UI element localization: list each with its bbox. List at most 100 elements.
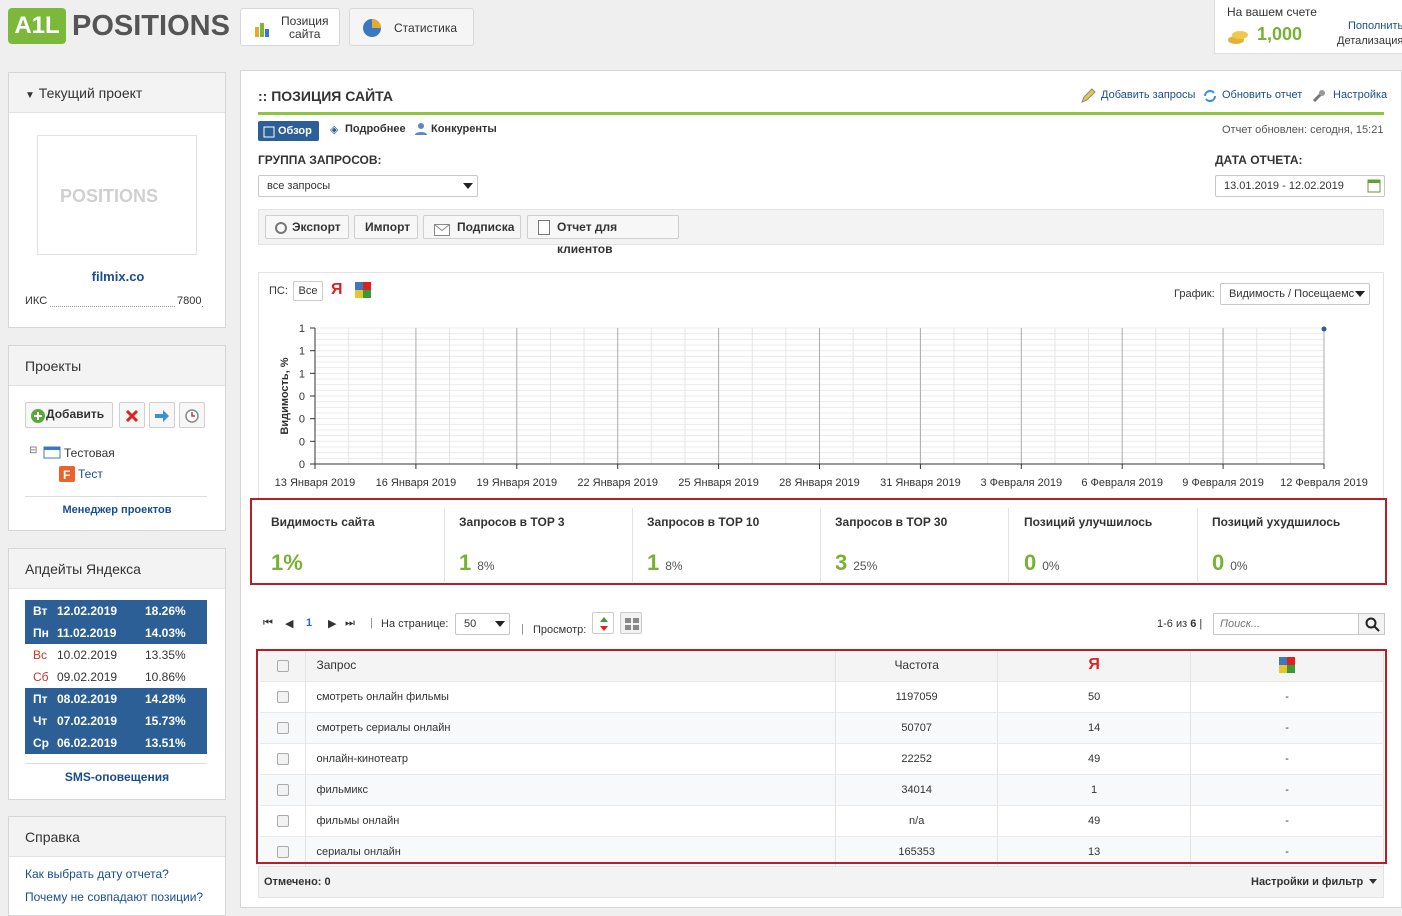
y-tick-label: 1: [299, 323, 305, 335]
graph-label: График:: [1174, 288, 1215, 300]
google-filter-icon[interactable]: [355, 282, 371, 301]
help-link-date[interactable]: Как выбрать дату отчета?: [25, 867, 169, 881]
y-tick-label: 0: [299, 391, 305, 403]
update-day: Ср: [33, 736, 49, 750]
stat-percent: 8%: [665, 559, 683, 573]
projects-panel: Проекты Добавить ⊟ Тестовая F Тест Менед…: [8, 345, 226, 531]
report-updated: Отчет обновлен: сегодня, 15:21: [1222, 124, 1384, 136]
ps-all-button[interactable]: Все: [293, 281, 323, 301]
yandex-update-row: Пн 11.02.2019 14.03%: [25, 622, 207, 644]
export-label: Экспорт: [292, 220, 341, 234]
project-site-link[interactable]: filmix.co: [9, 269, 227, 284]
next-page-icon[interactable]: ▶: [328, 617, 336, 630]
divider: [25, 763, 207, 764]
settings-link[interactable]: Настройка: [1333, 89, 1387, 101]
x-tick-label: 25 Января 2019: [678, 477, 759, 489]
update-date: 11.02.2019: [57, 626, 117, 640]
calendar-icon[interactable]: [1367, 179, 1381, 200]
delete-icon: [125, 408, 139, 430]
project-f-icon: F: [59, 466, 75, 485]
graph-select-value: Видимость / Посещаемс: [1229, 288, 1355, 300]
pie-chart-icon: [362, 18, 382, 41]
yandex-filter-icon[interactable]: Я: [331, 281, 343, 299]
update-day: Пт: [33, 692, 48, 706]
add-project-button[interactable]: Добавить: [25, 402, 113, 428]
stat-value: 3: [835, 550, 848, 575]
x-tick-label: 12 Февраля 2019: [1280, 477, 1368, 489]
search-button[interactable]: [1358, 613, 1385, 635]
update-pct: 18.26%: [145, 604, 186, 618]
refresh-report-link[interactable]: Обновить отчет: [1222, 89, 1302, 101]
import-button[interactable]: Импорт: [354, 215, 418, 239]
sms-notifications-link[interactable]: SMS-оповещения: [9, 770, 225, 784]
view-sort-button[interactable]: [592, 612, 614, 634]
yandex-update-row: Вс 10.02.2019 13.35%: [25, 644, 207, 666]
settings-filter-link[interactable]: Настройки и фильтр: [1251, 876, 1363, 888]
update-date: 06.02.2019: [57, 736, 118, 750]
stat-value: 0: [1024, 550, 1037, 575]
subscribe-button[interactable]: Подписка: [423, 215, 521, 239]
x-tick-label: 22 Января 2019: [577, 477, 658, 489]
per-page-label: На странице:: [381, 618, 449, 630]
last-page-icon[interactable]: ⏭: [345, 617, 355, 630]
current-project-header[interactable]: ▼ Текущий проект: [9, 73, 225, 113]
subscribe-label: Подписка: [457, 220, 515, 234]
clock-icon: [185, 408, 199, 430]
delete-project-button[interactable]: [119, 402, 145, 428]
project-manager-link[interactable]: Менеджер проектов: [9, 504, 225, 516]
graph-select[interactable]: Видимость / Посещаемс: [1220, 283, 1370, 305]
stat-percent: 25%: [853, 559, 878, 573]
stat-card: Запросов в TOP 10 1 8%: [635, 508, 821, 582]
account-panel: На вашем счете 1,000 Пополнить Детализац…: [1214, 0, 1402, 54]
report-date-input[interactable]: 13.01.2019 - 12.02.2019: [1215, 175, 1385, 197]
tree-expander[interactable]: ⊟: [29, 445, 37, 456]
topup-link[interactable]: Пополнить: [1348, 20, 1402, 32]
yandex-update-row: Вт 12.02.2019 18.26%: [25, 600, 207, 622]
subtab-details[interactable]: Подробнее: [345, 123, 406, 135]
update-pct: 14.28%: [145, 692, 186, 706]
current-page[interactable]: 1: [306, 617, 312, 629]
project-thumbnail: POSITIONS: [37, 135, 197, 255]
project-folder-name[interactable]: Тестовая: [64, 446, 115, 460]
coins-icon: [1227, 26, 1249, 49]
iks-value: 7800: [175, 295, 202, 307]
schedule-project-button[interactable]: [179, 402, 205, 428]
view-label: Просмотр:: [533, 624, 587, 636]
move-project-button[interactable]: [149, 402, 175, 428]
add-queries-link[interactable]: Добавить запросы: [1101, 89, 1195, 101]
app-logo[interactable]: A1L POSITIONS: [8, 6, 230, 46]
first-page-icon[interactable]: ⏮: [263, 617, 273, 630]
tab-site-position[interactable]: Позиция сайта: [240, 8, 340, 46]
chevron-down-icon: [495, 621, 505, 627]
update-pct: 15.73%: [145, 714, 186, 728]
svg-text:F: F: [63, 468, 70, 482]
update-date: 07.02.2019: [57, 714, 118, 728]
yandex-update-row: Сб 09.02.2019 10.86%: [25, 666, 207, 688]
logo-text: POSITIONS: [72, 10, 230, 42]
x-tick-label: 6 Февраля 2019: [1081, 477, 1163, 489]
query-group-select[interactable]: все запросы: [258, 175, 478, 197]
yandex-updates-header: Апдейты Яндекса: [9, 549, 225, 589]
per-page-select[interactable]: 50: [455, 613, 510, 635]
arrow-right-icon: [154, 408, 170, 430]
export-button[interactable]: Экспорт: [265, 215, 349, 239]
search-input[interactable]: [1213, 613, 1359, 635]
client-report-button[interactable]: Отчет для клиентов: [527, 215, 679, 256]
subtab-overview[interactable]: Обзор: [258, 121, 319, 141]
folder-icon: [43, 445, 61, 462]
view-grid-button[interactable]: [620, 612, 642, 634]
details-link[interactable]: Детализация: [1337, 35, 1402, 47]
stat-label: Позиций улучшилось: [1024, 515, 1153, 529]
query-group-value: все запросы: [267, 180, 331, 192]
update-day: Сб: [33, 670, 49, 684]
help-link-positions[interactable]: Почему не совпадают позиции?: [25, 890, 203, 904]
page-title: :: ПОЗИЦИЯ САЙТА: [258, 88, 393, 104]
prev-page-icon[interactable]: ◀: [285, 617, 293, 630]
yandex-update-row: Ср 06.02.2019 13.51%: [25, 732, 207, 754]
tab-statistics[interactable]: Статистика: [349, 8, 474, 46]
title-underline: [258, 112, 1384, 115]
subtab-competitors[interactable]: Конкуренты: [431, 123, 497, 135]
x-tick-label: 31 Января 2019: [880, 477, 961, 489]
stat-value: 1: [647, 550, 660, 575]
project-link-test[interactable]: Тест: [78, 467, 103, 481]
